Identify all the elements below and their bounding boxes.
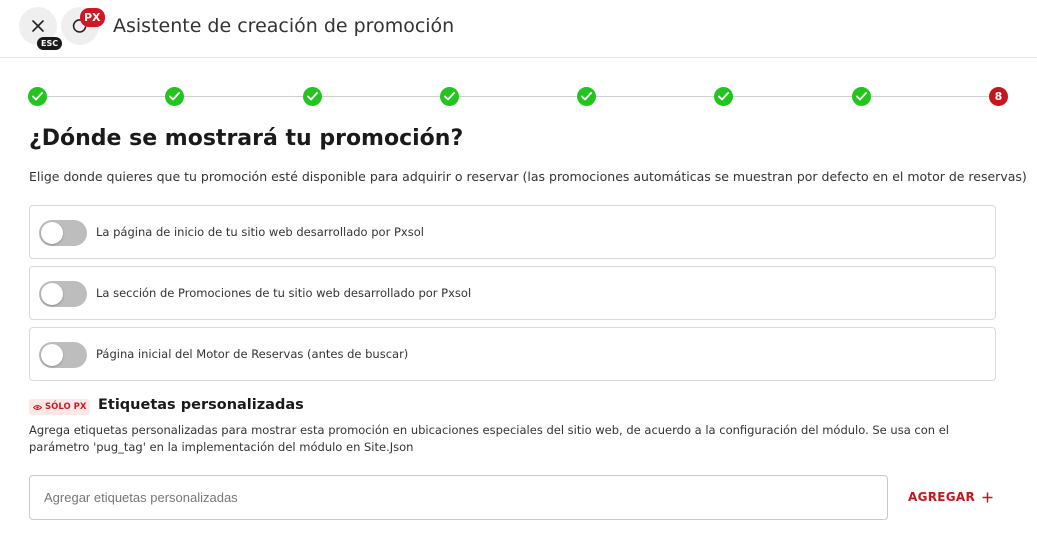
check-icon	[32, 92, 43, 101]
option-promotions-section: La sección de Promociones de tu sitio we…	[29, 266, 996, 320]
page-title: Asistente de creación de promoción	[113, 15, 455, 37]
option-booking-engine: Página inicial del Motor de Reservas (an…	[29, 327, 996, 381]
toggle-knob	[41, 283, 63, 305]
option-home-page: La página de inicio de tu sitio web desa…	[29, 205, 996, 259]
option-label: La sección de Promociones de tu sitio we…	[96, 286, 472, 300]
solo-px-label: SÓLO PX	[45, 402, 87, 412]
tags-description: Agrega etiquetas personalizadas para mos…	[29, 423, 949, 454]
step-3-completed[interactable]	[303, 87, 322, 106]
step-4-completed[interactable]	[440, 87, 459, 106]
add-tag-label: AGREGAR	[908, 490, 976, 504]
check-icon	[307, 92, 318, 101]
step-5-completed[interactable]	[577, 87, 596, 106]
plus-icon	[982, 492, 993, 502]
tags-title: Etiquetas personalizadas	[98, 397, 304, 413]
check-icon	[444, 92, 455, 101]
custom-tags-input[interactable]	[29, 475, 888, 520]
check-icon	[581, 92, 592, 101]
close-icon	[32, 20, 44, 32]
step-6-completed[interactable]	[714, 87, 733, 106]
step-current: 8	[989, 87, 1008, 106]
toggle-knob	[41, 222, 63, 244]
section-title: ¿Dónde se mostrará tu promoción?	[29, 126, 464, 151]
check-icon	[169, 92, 180, 101]
option-label: La página de inicio de tu sitio web desa…	[96, 225, 424, 239]
toggle-home-page[interactable]	[39, 220, 87, 246]
toggle-knob	[41, 344, 63, 366]
header-bar: ESC PX Asistente de creación de promoció…	[0, 0, 1037, 58]
add-tag-button[interactable]: AGREGAR	[908, 488, 993, 506]
option-label: Página inicial del Motor de Reservas (an…	[96, 347, 409, 361]
solo-px-badge: SÓLO PX	[29, 399, 91, 415]
eye-icon	[33, 404, 42, 410]
check-icon	[718, 92, 729, 101]
section-description: Elige donde quieres que tu promoción est…	[29, 169, 1027, 184]
step-1-completed[interactable]	[28, 87, 47, 106]
px-badge: PX	[80, 8, 105, 27]
toggle-promotions-section[interactable]	[39, 281, 87, 307]
check-icon	[856, 92, 867, 101]
toggle-booking-engine[interactable]	[39, 342, 87, 368]
step-7-completed[interactable]	[852, 87, 871, 106]
step-2-completed[interactable]	[165, 87, 184, 106]
esc-shortcut-badge: ESC	[37, 37, 63, 50]
